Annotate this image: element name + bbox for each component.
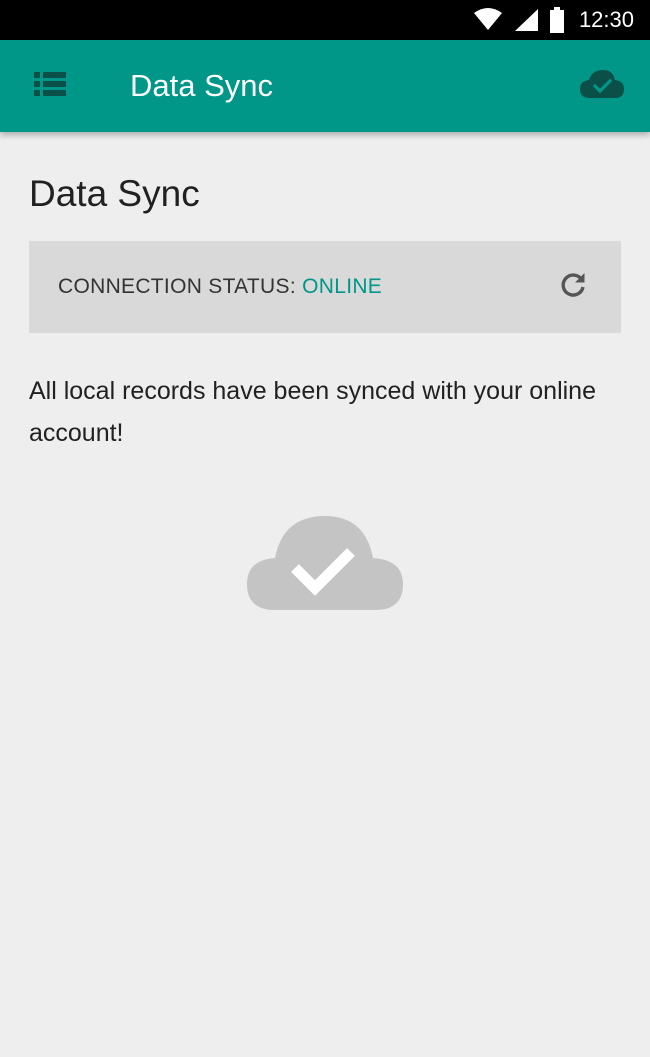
connection-status-value: ONLINE [302, 275, 383, 298]
status-bar: 12:30 [0, 0, 650, 40]
battery-icon [549, 7, 565, 33]
app-bar: Data Sync [0, 40, 650, 132]
wifi-icon [473, 8, 503, 32]
sync-status-button[interactable] [578, 66, 626, 106]
list-menu-icon [34, 71, 66, 102]
connection-status-card: CONNECTION STATUS: ONLINE [29, 241, 621, 333]
signal-icon [513, 8, 539, 32]
sync-message: All local records have been synced with … [29, 377, 596, 447]
connection-status-row: CONNECTION STATUS: ONLINE [58, 273, 382, 301]
refresh-button[interactable] [553, 267, 593, 307]
page-title: Data Sync [29, 173, 200, 214]
cloud-done-icon [579, 69, 625, 104]
connection-status-label: CONNECTION STATUS: [58, 275, 296, 298]
cloud-done-icon [245, 512, 405, 612]
app-bar-title: Data Sync [130, 68, 274, 103]
status-time: 12:30 [578, 7, 634, 32]
menu-button[interactable] [30, 66, 70, 106]
refresh-icon [557, 269, 589, 306]
